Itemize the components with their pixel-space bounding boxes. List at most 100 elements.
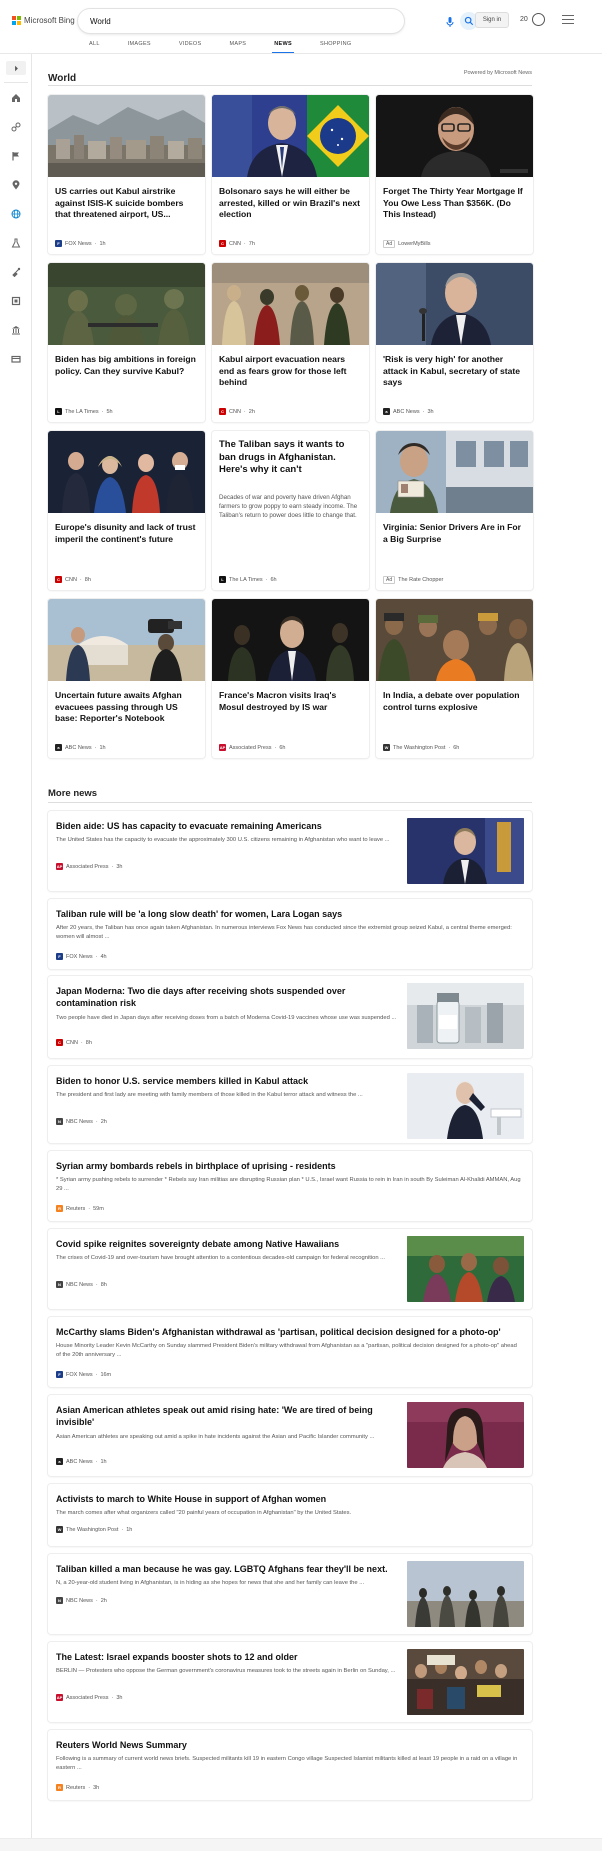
card-title[interactable]: 'Risk is very high' for another attack i…	[383, 354, 526, 389]
flag-icon[interactable]	[10, 150, 22, 162]
tab-news[interactable]: NEWS	[272, 38, 294, 54]
item-title[interactable]: Activists to march to White House in sup…	[56, 1493, 526, 1505]
powered-by-text[interactable]: Powered by Microsoft News	[464, 70, 532, 76]
more-news-divider	[48, 802, 532, 803]
bing-logo[interactable]: Microsoft Bing	[12, 16, 75, 25]
news-list-item[interactable]: Syrian army bombards rebels in birthplac…	[48, 1151, 532, 1221]
news-list-item[interactable]: Activists to march to White House in sup…	[48, 1484, 532, 1546]
item-title[interactable]: Biden to honor U.S. service members kill…	[56, 1075, 406, 1087]
item-meta: N NBC News · 2h	[56, 1597, 107, 1604]
nbc-news-logo-icon: N	[56, 1118, 63, 1125]
card-title[interactable]: Virginia: Senior Drivers Are in For a Bi…	[383, 522, 526, 545]
article-image-airport-crowd	[212, 263, 369, 345]
item-thumbnail-hawaiians	[407, 1236, 524, 1302]
card-source: LowerMyBills	[398, 241, 431, 247]
card-title[interactable]: Kabul airport evacuation nears end as fe…	[219, 354, 362, 389]
item-title[interactable]: The Latest: Israel expands booster shots…	[56, 1651, 406, 1663]
politics-icon[interactable]	[10, 324, 22, 336]
news-card[interactable]: Biden has big ambitions in foreign polic…	[48, 263, 205, 422]
microphone-icon[interactable]	[444, 15, 456, 27]
card-title[interactable]: US carries out Kabul airstrike against I…	[55, 186, 198, 221]
news-card[interactable]: Uncertain future awaits Afghan evacuees …	[48, 599, 205, 758]
expand-icon[interactable]	[6, 61, 26, 75]
news-list-item[interactable]: Taliban rule will be 'a long slow death'…	[48, 899, 532, 969]
news-card[interactable]: The Taliban says it wants to ban drugs i…	[212, 431, 369, 590]
card-title[interactable]: Biden has big ambitions in foreign polic…	[55, 354, 198, 377]
science-icon[interactable]	[10, 237, 22, 249]
card-age: 3h	[427, 408, 434, 415]
ap-logo-icon: AP	[56, 1694, 63, 1701]
world-icon[interactable]	[10, 208, 22, 220]
menu-icon[interactable]	[562, 15, 574, 24]
card-source: ABC News	[65, 744, 92, 751]
news-card[interactable]: US carries out Kabul airstrike against I…	[48, 95, 205, 254]
item-title[interactable]: Asian American athletes speak out amid r…	[56, 1404, 386, 1428]
tab-all[interactable]: ALL	[89, 38, 100, 53]
card-title[interactable]: The Taliban says it wants to ban drugs i…	[219, 439, 362, 477]
card-source: CNN	[229, 240, 241, 247]
card-age: 8h	[84, 576, 91, 583]
search-input[interactable]	[90, 14, 340, 28]
news-list-item[interactable]: The Latest: Israel expands booster shots…	[48, 1642, 532, 1722]
news-list-item[interactable]: Japan Moderna: Two die days after receiv…	[48, 976, 532, 1058]
item-source: NBC News	[66, 1597, 93, 1604]
item-title[interactable]: Biden aide: US has capacity to evacuate …	[56, 820, 406, 832]
news-card[interactable]: Virginia: Senior Drivers Are in For a Bi…	[376, 431, 533, 590]
abc-news-logo-icon: a	[383, 408, 390, 415]
entertainment-icon[interactable]	[10, 295, 22, 307]
news-list-item[interactable]: Taliban killed a man because he was gay.…	[48, 1554, 532, 1634]
location-icon[interactable]	[10, 179, 22, 191]
tab-images[interactable]: IMAGES	[128, 38, 151, 53]
news-list-item[interactable]: McCarthy slams Biden's Afghanistan withd…	[48, 1317, 532, 1387]
la-times-logo-icon: L	[55, 408, 62, 415]
card-snippet: Decades of war and poverty have driven A…	[219, 494, 358, 519]
item-age: 4h	[100, 953, 107, 960]
news-card[interactable]: 'Risk is very high' for another attack i…	[376, 263, 533, 422]
technology-icon[interactable]	[10, 266, 22, 278]
card-title[interactable]: Europe's disunity and lack of trust impe…	[55, 522, 198, 545]
card-title[interactable]: In India, a debate over population contr…	[383, 690, 526, 713]
item-title[interactable]: Syrian army bombards rebels in birthplac…	[56, 1160, 526, 1172]
card-source: CNN	[65, 576, 77, 583]
news-list-item[interactable]: Biden aide: US has capacity to evacuate …	[48, 811, 532, 891]
card-title[interactable]: Forget The Thirty Year Mortgage If You O…	[383, 186, 526, 221]
item-age: 8h	[100, 1281, 107, 1288]
news-list-item[interactable]: Biden to honor U.S. service members kill…	[48, 1066, 532, 1143]
item-source: FOX News	[66, 953, 93, 960]
card-title[interactable]: France's Macron visits Iraq's Mosul dest…	[219, 690, 362, 713]
news-list-item[interactable]: Covid spike reignites sovereignty debate…	[48, 1229, 532, 1309]
sports-icon[interactable]	[10, 121, 22, 133]
nbc-news-logo-icon: N	[56, 1281, 63, 1288]
item-meta: R Reuters · 3h	[56, 1784, 99, 1791]
sign-in-button[interactable]: Sign in	[475, 12, 509, 28]
news-card[interactable]: Forget The Thirty Year Mortgage If You O…	[376, 95, 533, 254]
tab-shopping[interactable]: SHOPPING	[320, 38, 351, 53]
news-card[interactable]: France's Macron visits Iraq's Mosul dest…	[212, 599, 369, 758]
item-source: Reuters	[66, 1784, 86, 1791]
item-title[interactable]: Covid spike reignites sovereignty debate…	[56, 1238, 406, 1250]
news-card[interactable]: In India, a debate over population contr…	[376, 599, 533, 758]
card-title[interactable]: Bolsonaro says he will either be arreste…	[219, 186, 362, 221]
item-title[interactable]: Reuters World News Summary	[56, 1739, 526, 1751]
money-icon[interactable]	[10, 353, 22, 365]
news-card[interactable]: Europe's disunity and lack of trust impe…	[48, 431, 205, 590]
rewards-button[interactable]: 20	[520, 13, 545, 26]
news-card[interactable]: Kabul airport evacuation nears end as fe…	[212, 263, 369, 422]
item-meta: F FOX News · 16m	[56, 1371, 111, 1378]
item-title[interactable]: Taliban rule will be 'a long slow death'…	[56, 908, 526, 920]
card-title[interactable]: Uncertain future awaits Afghan evacuees …	[55, 690, 198, 725]
tab-videos[interactable]: VIDEOS	[179, 38, 202, 53]
item-title[interactable]: McCarthy slams Biden's Afghanistan withd…	[56, 1326, 526, 1338]
news-list-item[interactable]: Asian American athletes speak out amid r…	[48, 1395, 532, 1476]
news-list-item[interactable]: Reuters World News Summary Following is …	[48, 1730, 532, 1800]
card-source: CNN	[229, 408, 241, 415]
article-image-ad-man	[376, 95, 533, 177]
item-title[interactable]: Taliban killed a man because he was gay.…	[56, 1563, 406, 1575]
home-icon[interactable]	[10, 92, 22, 104]
item-title[interactable]: Japan Moderna: Two die days after receiv…	[56, 985, 386, 1009]
article-image-us-base	[48, 599, 205, 681]
news-card[interactable]: Bolsonaro says he will either be arreste…	[212, 95, 369, 254]
tab-maps[interactable]: MAPS	[229, 38, 246, 53]
card-meta: C CNN · 7h	[219, 240, 255, 247]
article-image-kabul-city	[48, 95, 205, 177]
